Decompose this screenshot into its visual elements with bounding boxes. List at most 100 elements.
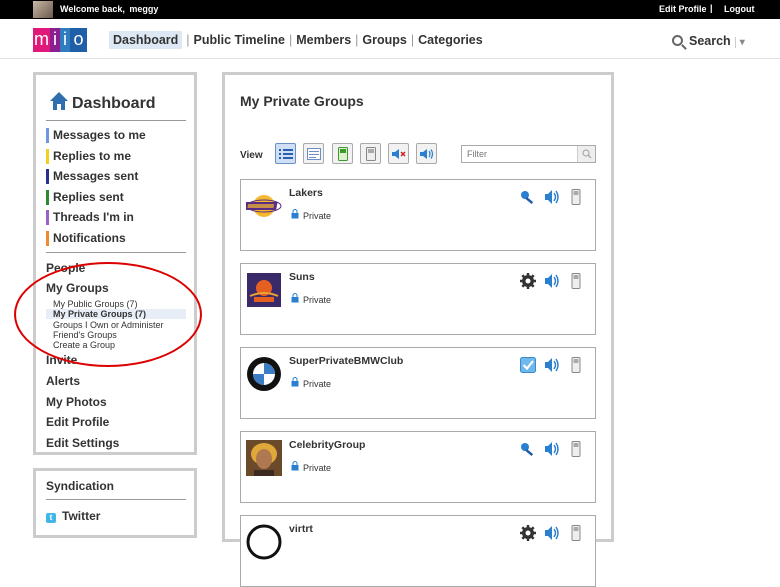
nav-categories[interactable]: Categories bbox=[418, 33, 483, 47]
username: meggy bbox=[129, 4, 159, 14]
mobile-icon[interactable] bbox=[567, 440, 585, 458]
search-icon bbox=[581, 149, 591, 159]
sidebar-sub-friends-groups[interactable]: Friend's Groups bbox=[53, 330, 117, 340]
sidebar-item-edit-settings[interactable]: Edit Settings bbox=[46, 436, 119, 450]
sidebar-item-label: Notifications bbox=[53, 231, 126, 245]
sidebar-item-replies-sent[interactable]: Replies sent bbox=[46, 190, 124, 205]
filter-input[interactable] bbox=[461, 145, 596, 163]
sidebar-item-label: Messages to me bbox=[53, 128, 146, 142]
gear-icon[interactable] bbox=[519, 524, 537, 542]
sidebar-item-threads[interactable]: Threads I'm in bbox=[46, 210, 134, 225]
syndication-title: Syndication bbox=[46, 479, 115, 493]
speaker-icon[interactable] bbox=[543, 356, 561, 374]
nav-dashboard[interactable]: Dashboard bbox=[109, 31, 183, 49]
view-detail-button[interactable] bbox=[303, 143, 324, 164]
key-icon[interactable] bbox=[519, 440, 537, 458]
view-mobile-on-button[interactable] bbox=[332, 143, 353, 164]
miio-logo[interactable]: m i i o bbox=[33, 28, 87, 52]
sidebar-item-people[interactable]: People bbox=[46, 261, 85, 275]
sidebar-item-my-photos[interactable]: My Photos bbox=[46, 395, 107, 409]
suns-logo bbox=[247, 273, 281, 307]
sidebar-item-label: Messages sent bbox=[53, 169, 139, 183]
logo-letter-i2: i bbox=[60, 28, 70, 52]
sidebar-item-alerts[interactable]: Alerts bbox=[46, 374, 80, 388]
speaker-icon bbox=[419, 148, 433, 159]
nav-members[interactable]: Members bbox=[296, 33, 351, 47]
search-button[interactable]: Search ▾ bbox=[672, 34, 745, 48]
view-audio-button[interactable] bbox=[416, 143, 437, 164]
filter-search-button[interactable] bbox=[577, 146, 595, 162]
mobile-icon[interactable] bbox=[567, 188, 585, 206]
sidebar-sub-create-group[interactable]: Create a Group bbox=[53, 340, 115, 350]
bmw-logo bbox=[247, 357, 281, 391]
mobile-green-icon bbox=[337, 146, 348, 161]
view-mobile-button[interactable] bbox=[360, 143, 381, 164]
group-card-celebrity[interactable]: CelebrityGroup Private bbox=[240, 431, 596, 503]
group-card-virtrt[interactable]: virtrt bbox=[240, 515, 596, 587]
group-name[interactable]: Suns bbox=[289, 271, 315, 283]
group-card-suns[interactable]: Suns Private bbox=[240, 263, 596, 335]
divider bbox=[46, 120, 186, 121]
sidebar-item-label: Replies to me bbox=[53, 149, 132, 163]
sidebar-title[interactable]: Dashboard bbox=[49, 91, 156, 113]
edit-profile-link[interactable]: Edit Profile bbox=[659, 4, 707, 14]
logout-link[interactable]: Logout bbox=[724, 4, 755, 14]
mobile-icon[interactable] bbox=[567, 272, 585, 290]
twitter-icon: t bbox=[46, 513, 56, 523]
color-bar bbox=[46, 210, 49, 225]
group-card-lakers[interactable]: Lakers Private bbox=[240, 179, 596, 251]
speaker-icon[interactable] bbox=[543, 188, 561, 206]
group-name[interactable]: SuperPrivateBMWClub bbox=[289, 355, 403, 367]
mobile-icon[interactable] bbox=[567, 356, 585, 374]
sidebar-sub-private-groups[interactable]: My Private Groups (7) bbox=[46, 309, 186, 319]
search-icon bbox=[672, 35, 683, 46]
group-name[interactable]: virtrt bbox=[289, 523, 313, 535]
speaker-icon[interactable] bbox=[543, 524, 561, 542]
top-bar: Welcome back, meggy Edit Profile | Logou… bbox=[0, 0, 780, 19]
sidebar-sub-own-groups[interactable]: Groups I Own or Administer bbox=[53, 320, 164, 330]
view-list-button[interactable] bbox=[275, 143, 296, 164]
lock-icon bbox=[291, 293, 299, 303]
logo-letter-i1: i bbox=[50, 28, 60, 52]
sidebar-item-messages-sent[interactable]: Messages sent bbox=[46, 169, 138, 184]
privacy-label: Private bbox=[303, 295, 332, 305]
welcome-text: Welcome back, meggy bbox=[60, 4, 158, 14]
privacy-status: Private bbox=[291, 209, 331, 221]
logo-letter-m: m bbox=[33, 28, 50, 52]
color-bar bbox=[46, 190, 49, 205]
group-card-bmw[interactable]: SuperPrivateBMWClub Private bbox=[240, 347, 596, 419]
key-icon[interactable] bbox=[519, 188, 537, 206]
sidebar-item-edit-profile[interactable]: Edit Profile bbox=[46, 415, 109, 429]
nav-public-timeline[interactable]: Public Timeline bbox=[194, 33, 285, 47]
sidebar-item-invite[interactable]: Invite bbox=[46, 353, 77, 367]
speaker-icon[interactable] bbox=[543, 440, 561, 458]
nav-separator: | bbox=[289, 33, 293, 47]
sidebar-item-replies-to-me[interactable]: Replies to me bbox=[46, 149, 131, 164]
syndication-panel: Syndication t Twitter bbox=[33, 468, 197, 538]
gear-icon[interactable] bbox=[519, 272, 537, 290]
view-label: View bbox=[240, 150, 263, 161]
chevron-down-icon[interactable]: ▾ bbox=[734, 37, 745, 48]
sidebar-title-label: Dashboard bbox=[72, 95, 156, 112]
celebrity-photo bbox=[246, 440, 282, 476]
mobile-icon[interactable] bbox=[567, 524, 585, 542]
speaker-icon[interactable] bbox=[543, 272, 561, 290]
sidebar-item-messages-to-me[interactable]: Messages to me bbox=[46, 128, 146, 143]
twitter-link[interactable]: t Twitter bbox=[46, 509, 100, 523]
view-mute-button[interactable] bbox=[388, 143, 409, 164]
group-name[interactable]: CelebrityGroup bbox=[289, 439, 365, 451]
sidebar-sub-public-groups[interactable]: My Public Groups (7) bbox=[53, 299, 138, 309]
nav-groups[interactable]: Groups bbox=[362, 33, 406, 47]
nav-links: Dashboard | Public Timeline | Members | Groups… bbox=[109, 31, 483, 49]
nav-separator: | bbox=[186, 33, 190, 47]
mobile-icon bbox=[365, 146, 376, 161]
sidebar-item-notifications[interactable]: Notifications bbox=[46, 231, 126, 246]
divider bbox=[46, 252, 186, 253]
checkbox-icon[interactable] bbox=[519, 356, 537, 374]
privacy-label: Private bbox=[303, 379, 332, 389]
privacy-status: Private bbox=[291, 377, 331, 389]
privacy-label: Private bbox=[303, 463, 332, 473]
group-name[interactable]: Lakers bbox=[289, 187, 323, 199]
sidebar-item-my-groups[interactable]: My Groups bbox=[46, 281, 109, 295]
user-avatar[interactable] bbox=[33, 1, 53, 18]
